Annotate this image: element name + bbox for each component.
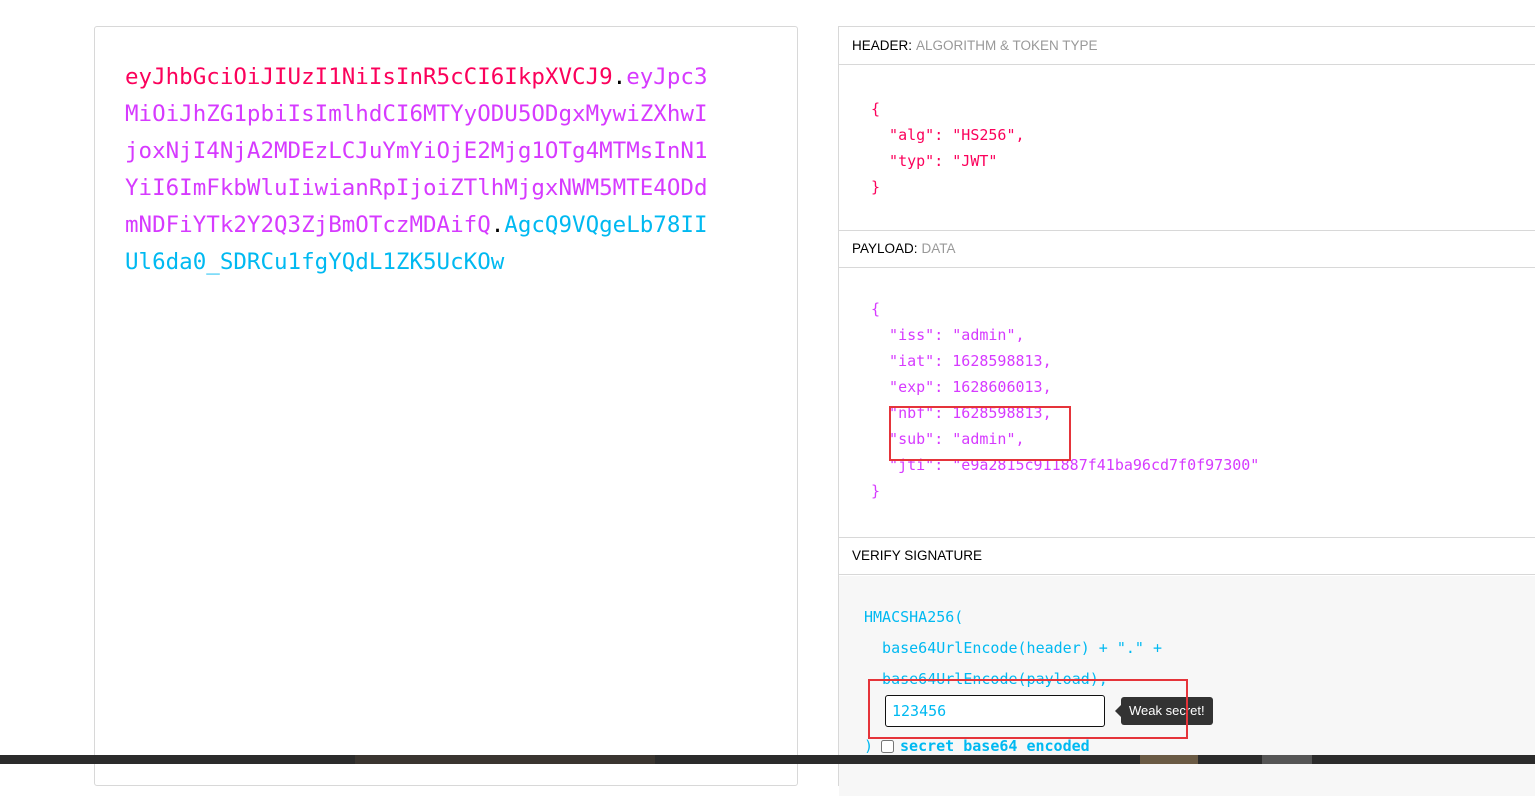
header-encode-line: base64UrlEncode(header) + "." + [864, 639, 1163, 657]
payload-json-editor[interactable]: { "iss": "admin", "iat": 1628598813, "ex… [871, 296, 1259, 504]
secret-base64-checkbox[interactable] [881, 740, 895, 753]
taskbar-item[interactable] [1262, 755, 1312, 764]
token-dot: . [490, 212, 505, 238]
secret-highlight [868, 679, 1188, 739]
verify-section-title: VERIFY SIGNATURE [839, 537, 1535, 575]
close-paren: ) [864, 737, 874, 755]
taskbar [0, 755, 1535, 764]
payload-title: PAYLOAD: [852, 241, 918, 256]
base64-option-row: ) secret base64 encoded [864, 736, 1090, 756]
token-header-segment: eyJhbGciOiJIUzI1NiIsInR5cCI6IkpXVCJ9 [125, 64, 613, 90]
header-subtitle: ALGORITHM & TOKEN TYPE [916, 38, 1098, 53]
taskbar-item[interactable] [355, 755, 655, 764]
sub-claim-highlight [889, 406, 1071, 461]
token-dot: . [612, 64, 627, 90]
verify-title: VERIFY SIGNATURE [852, 548, 983, 563]
header-section-title: HEADER: ALGORITHM & TOKEN TYPE [839, 27, 1535, 65]
encoded-token-panel[interactable]: eyJhbGciOiJIUzI1NiIsInR5cCI6IkpXVCJ9.eyJ… [94, 26, 798, 786]
hmac-function-line: HMACSHA256( [864, 608, 964, 626]
header-json-editor[interactable]: { "alg": "HS256", "typ": "JWT" } [871, 96, 1025, 200]
payload-subtitle: DATA [921, 241, 956, 256]
payload-section-title: PAYLOAD: DATA [839, 230, 1535, 268]
taskbar-item[interactable] [1140, 755, 1198, 764]
secret-base64-label[interactable]: secret base64 encoded [900, 737, 1090, 755]
encoded-token-text[interactable]: eyJhbGciOiJIUzI1NiIsInR5cCI6IkpXVCJ9.eyJ… [125, 59, 715, 281]
header-title: HEADER: [852, 38, 913, 53]
